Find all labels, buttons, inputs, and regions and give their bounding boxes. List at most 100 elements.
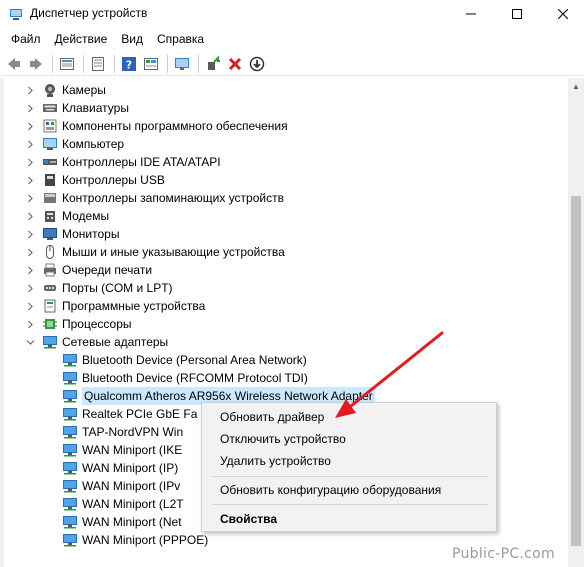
- tree-category-label: Контроллеры запоминающих устройств: [62, 191, 284, 205]
- forward-button[interactable]: [26, 54, 46, 74]
- tree-category-label: Очереди печати: [62, 263, 153, 277]
- network-adapter-item[interactable]: WAN Miniport (Net: [56, 513, 182, 531]
- network-adapter-label: WAN Miniport (IPv: [82, 479, 181, 493]
- tree-category[interactable]: Модемы: [24, 207, 109, 225]
- chevron-right-icon[interactable]: [24, 81, 36, 99]
- menu-action[interactable]: Действие: [48, 29, 115, 49]
- chevron-right-icon[interactable]: [24, 99, 36, 117]
- network-adapter-item[interactable]: Bluetooth Device (RFCOMM Protocol TDI): [56, 369, 308, 387]
- maximize-button[interactable]: [494, 0, 540, 28]
- network-adapter-item[interactable]: TAP-NordVPN Win: [56, 423, 183, 441]
- uninstall-button[interactable]: [225, 54, 245, 74]
- chevron-right-icon[interactable]: [24, 261, 36, 279]
- forward-arrow-icon: [30, 57, 42, 70]
- tree-category[interactable]: Контроллеры запоминающих устройств: [24, 189, 284, 207]
- network-adapter-label: Bluetooth Device (Personal Area Network): [82, 353, 307, 367]
- network-device-icon: [62, 460, 78, 476]
- menu-help[interactable]: Справка: [150, 29, 211, 49]
- scan-button[interactable]: [172, 54, 192, 74]
- back-arrow-icon: [8, 57, 20, 70]
- network-adapter-item[interactable]: WAN Miniport (L2T: [56, 495, 184, 513]
- tree-category[interactable]: Сетевые адаптеры: [24, 333, 168, 351]
- list-button[interactable]: [88, 54, 108, 74]
- help-button[interactable]: ?: [119, 54, 139, 74]
- network-adapter-item[interactable]: Realtek PCIe GbE Fa: [56, 405, 197, 423]
- tree-category[interactable]: Компьютер: [24, 135, 124, 153]
- tree-category[interactable]: Программные устройства: [24, 297, 205, 315]
- chevron-right-icon[interactable]: [24, 189, 36, 207]
- tree-category[interactable]: Контроллеры IDE ATA/ATAPI: [24, 153, 221, 171]
- camera-icon: [42, 82, 58, 98]
- scan-hardware-menu-item[interactable]: Обновить конфигурацию оборудования: [220, 480, 441, 500]
- storage-controller-icon: [42, 190, 58, 206]
- network-adapter-item[interactable]: WAN Miniport (IP): [56, 459, 178, 477]
- tree-category-label: Мыши и иные указывающие устройства: [62, 245, 285, 259]
- chevron-right-icon[interactable]: [24, 117, 36, 135]
- chevron-right-icon[interactable]: [24, 153, 36, 171]
- network-adapter-label: TAP-NordVPN Win: [82, 425, 184, 439]
- tree-category[interactable]: Процессоры: [24, 315, 132, 333]
- tree-category[interactable]: Мыши и иные указывающие устройства: [24, 243, 285, 261]
- scroll-thumb[interactable]: [571, 196, 581, 546]
- chevron-right-icon[interactable]: [24, 315, 36, 333]
- add-driver-icon: [208, 55, 220, 70]
- chevron-right-icon[interactable]: [24, 243, 36, 261]
- network-device-icon: [62, 406, 78, 422]
- view-button[interactable]: [141, 54, 161, 74]
- tree-category-label: Клавиатуры: [62, 101, 129, 115]
- properties-button[interactable]: [57, 54, 77, 74]
- update-driver-button[interactable]: [203, 54, 223, 74]
- tree-category[interactable]: Клавиатуры: [24, 99, 129, 117]
- tree-category-label: Программные устройства: [62, 299, 206, 313]
- enable-button[interactable]: [247, 54, 267, 74]
- properties-menu-item[interactable]: Свойства: [220, 509, 277, 529]
- maximize-icon: [512, 9, 522, 19]
- chevron-right-icon[interactable]: [24, 225, 36, 243]
- scroll-up-arrow-icon[interactable]: ▲: [568, 78, 584, 94]
- back-button[interactable]: [4, 54, 24, 74]
- tree-category-label: Процессоры: [62, 317, 132, 331]
- tree-category[interactable]: Порты (COM и LPT): [24, 279, 173, 297]
- vertical-scrollbar[interactable]: ▲: [568, 78, 584, 567]
- network-adapter-item[interactable]: WAN Miniport (IPv: [56, 477, 180, 495]
- tree-category[interactable]: Компоненты программного обеспечения: [24, 117, 288, 135]
- monitor-icon: [42, 226, 58, 242]
- network-adapter-label: Bluetooth Device (RFCOMM Protocol TDI): [82, 371, 308, 385]
- network-adapter-label: Realtek PCIe GbE Fa: [82, 407, 198, 421]
- chevron-right-icon[interactable]: [24, 171, 36, 189]
- port-icon: [42, 280, 58, 296]
- tree-category[interactable]: Контроллеры USB: [24, 171, 165, 189]
- menu-file[interactable]: Файл: [4, 29, 48, 49]
- chevron-right-icon[interactable]: [24, 297, 36, 315]
- toolbar-separator: [198, 54, 199, 73]
- toolbar-separator: [114, 54, 115, 73]
- tree-category[interactable]: Камеры: [24, 81, 106, 99]
- tree-category-label: Камеры: [62, 83, 106, 97]
- minimize-button[interactable]: [448, 0, 494, 28]
- menu-separator: [212, 476, 488, 477]
- list-icon: [92, 56, 104, 71]
- menu-view[interactable]: Вид: [114, 29, 150, 49]
- tree-category[interactable]: Очереди печати: [24, 261, 152, 279]
- device-manager-icon: [10, 9, 22, 20]
- network-adapter-item[interactable]: WAN Miniport (PPPOE): [56, 531, 208, 549]
- tree-category-label: Порты (COM и LPT): [62, 281, 173, 295]
- chevron-down-icon[interactable]: [24, 333, 36, 351]
- uninstall-device-menu-item[interactable]: Удалить устройство: [220, 451, 331, 471]
- tree-category[interactable]: Мониторы: [24, 225, 119, 243]
- menu-bar: Файл Действие Вид Справка: [0, 28, 584, 50]
- chevron-right-icon[interactable]: [24, 207, 36, 225]
- disable-device-menu-item[interactable]: Отключить устройство: [220, 429, 346, 449]
- chevron-right-icon[interactable]: [24, 135, 36, 153]
- chevron-right-icon[interactable]: [24, 279, 36, 297]
- toolbar-separator: [167, 54, 168, 73]
- svg-text:?: ?: [126, 58, 132, 71]
- remove-icon: [228, 57, 242, 70]
- network-adapter-label: WAN Miniport (IKE: [82, 443, 183, 457]
- update-driver-menu-item[interactable]: Обновить драйвер: [220, 407, 324, 427]
- network-adapter-label: WAN Miniport (PPPOE): [82, 533, 209, 547]
- network-adapter-item[interactable]: Bluetooth Device (Personal Area Network): [56, 351, 307, 369]
- network-device-icon: [62, 514, 78, 530]
- close-button[interactable]: [540, 0, 584, 28]
- network-adapter-item[interactable]: WAN Miniport (IKE: [56, 441, 182, 459]
